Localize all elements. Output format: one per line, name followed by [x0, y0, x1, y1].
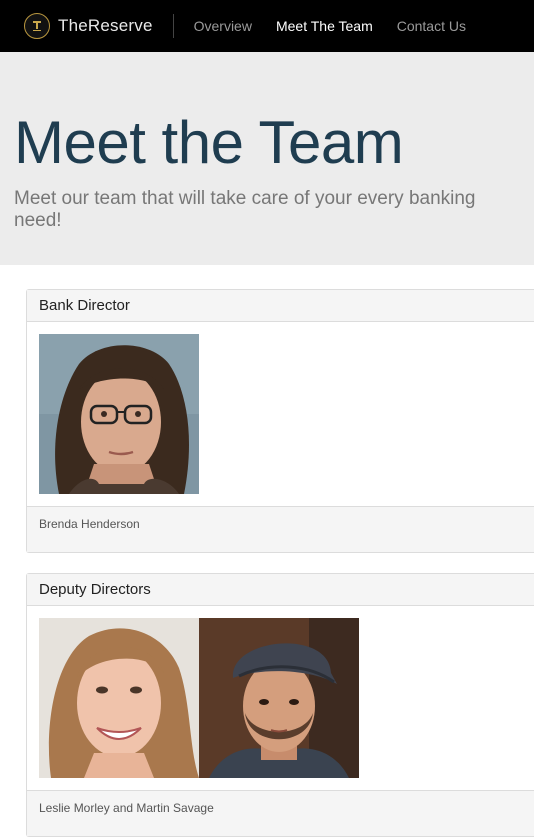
brand-name: TheReserve: [58, 16, 153, 35]
brand-link[interactable]: TheReserve: [0, 0, 153, 52]
panel-footer: Brenda Henderson: [27, 506, 534, 552]
nav-link-overview[interactable]: Overview: [182, 0, 264, 52]
page-title: Meet the Team: [14, 109, 404, 176]
panel-footer: Leslie Morley and Martin Savage: [27, 790, 534, 836]
brenda-henderson-photo: [39, 334, 199, 494]
bank-logo-icon: [24, 13, 50, 39]
page-subtitle: Meet our team that will take care of you…: [14, 188, 476, 231]
nav-link-meet-the-team[interactable]: Meet The Team: [264, 0, 385, 52]
team-content: Bank Director Brenda Henderson Deputy Di…: [0, 265, 534, 837]
deputy-directors-panel: Deputy Directors Leslie Morley and Marti…: [26, 573, 534, 837]
leslie-morley-photo: [39, 618, 199, 778]
martin-savage-photo: [199, 618, 359, 778]
panel-body: [27, 322, 534, 506]
bank-director-panel: Bank Director Brenda Henderson: [26, 289, 534, 553]
top-navbar: TheReserve Overview Meet The Team Contac…: [0, 0, 534, 52]
panel-heading: Bank Director: [27, 290, 534, 322]
nav-link-contact-us[interactable]: Contact Us: [385, 0, 478, 52]
hero-banner: Meet the Team Meet our team that will ta…: [0, 52, 534, 265]
panel-heading: Deputy Directors: [27, 574, 534, 606]
panel-body: [27, 606, 534, 790]
nav-divider: [172, 14, 174, 38]
